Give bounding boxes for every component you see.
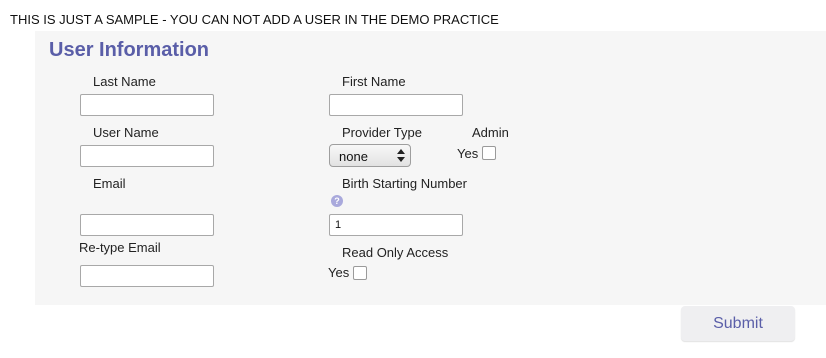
question-icon[interactable]: ? (331, 195, 343, 207)
first-name-input[interactable] (329, 94, 463, 116)
user-name-label: User Name (93, 125, 159, 140)
user-name-input[interactable] (80, 145, 214, 167)
provider-type-value: none (339, 149, 368, 164)
provider-type-label: Provider Type (342, 125, 422, 140)
user-information-panel (35, 31, 826, 305)
email-label: Email (93, 176, 126, 191)
retype-email-input[interactable] (80, 265, 214, 287)
read-only-access-checkbox[interactable] (353, 266, 367, 280)
birth-starting-number-input[interactable] (329, 214, 463, 236)
demo-notice: THIS IS JUST A SAMPLE - YOU CAN NOT ADD … (10, 12, 499, 27)
email-input[interactable] (80, 214, 214, 236)
admin-checkbox[interactable] (482, 146, 496, 160)
submit-button[interactable]: Submit (681, 306, 795, 341)
select-arrows-icon (397, 149, 405, 162)
read-only-yes-label: Yes (328, 265, 350, 280)
admin-yes-label: Yes (457, 146, 479, 161)
retype-email-label: Re-type Email (79, 240, 161, 255)
last-name-input[interactable] (80, 94, 214, 116)
panel-title: User Information (49, 39, 210, 61)
add-user-page: THIS IS JUST A SAMPLE - YOU CAN NOT ADD … (0, 0, 826, 358)
first-name-label: First Name (342, 74, 406, 89)
last-name-label: Last Name (93, 74, 156, 89)
birth-starting-number-label: Birth Starting Number (342, 176, 467, 191)
provider-type-select[interactable]: none (329, 144, 411, 167)
read-only-access-label: Read Only Access (342, 245, 449, 260)
admin-label: Admin (472, 125, 509, 140)
